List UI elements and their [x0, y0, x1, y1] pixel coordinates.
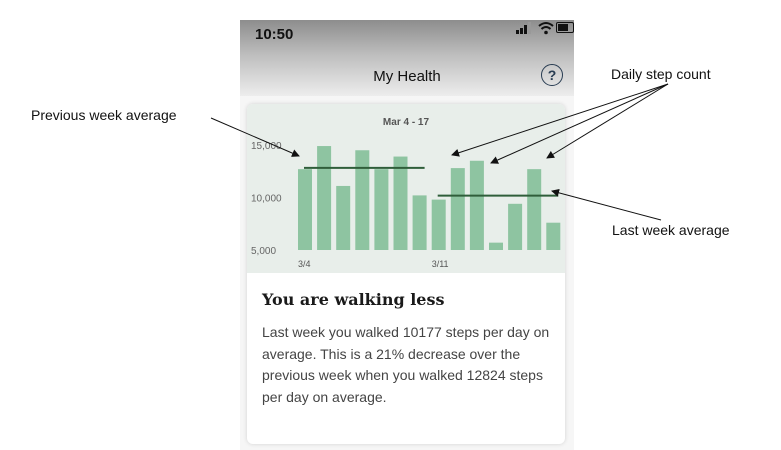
arrow-daily-step-2 — [490, 83, 669, 164]
arrow-last-week-average — [551, 188, 662, 221]
annotation-arrows — [210, 83, 669, 221]
arrow-daily-step-3 — [546, 83, 669, 159]
arrow-daily-step-1 — [451, 83, 669, 157]
arrow-previous-week-average — [210, 117, 300, 157]
